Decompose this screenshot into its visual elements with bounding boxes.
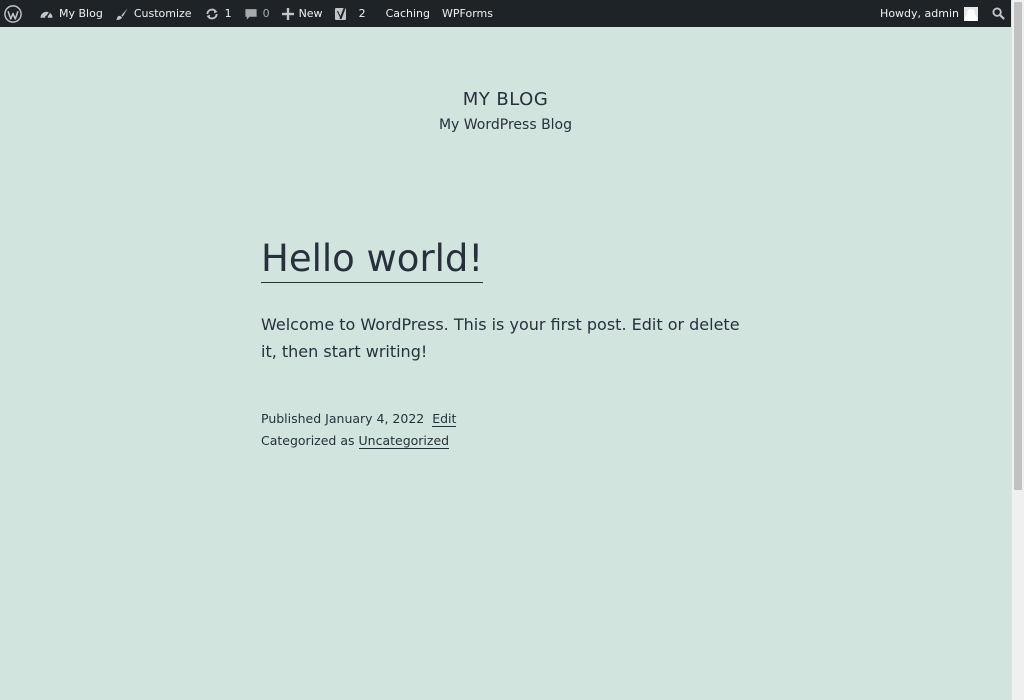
edit-post-link[interactable]: Edit (432, 411, 457, 427)
admin-bar: My Blog Customize 1 0 New 2 Caching WPFo… (0, 0, 1011, 27)
admin-bar-right: Howdy, admin (874, 0, 1011, 27)
my-account-menu[interactable]: Howdy, admin (874, 0, 984, 27)
vertical-scrollbar[interactable] (1011, 0, 1024, 700)
published-label: Published (261, 411, 322, 426)
scrollbar-thumb[interactable] (1014, 2, 1022, 490)
admin-bar-left: My Blog Customize 1 0 New 2 Caching WPFo… (0, 0, 499, 27)
category-link[interactable]: Uncategorized (358, 433, 450, 449)
post: Hello world! Welcome to WordPress. This … (261, 236, 761, 452)
yoast-count: 2 (358, 7, 366, 20)
plus-icon (281, 7, 294, 20)
search-button[interactable] (984, 0, 1011, 27)
post-categories: Categorized as Uncategorized (261, 430, 761, 452)
my-blog-label: My Blog (59, 7, 103, 20)
wordpress-logo-icon (4, 4, 22, 23)
search-icon (992, 7, 1005, 20)
updates-link[interactable]: 1 (198, 0, 238, 27)
wordpress-logo-menu[interactable] (0, 0, 33, 27)
post-content: Welcome to WordPress. This is your first… (261, 315, 740, 361)
wpforms-menu[interactable]: WPForms (436, 0, 499, 27)
new-content-menu[interactable]: New (276, 0, 329, 27)
comments-count: 0 (262, 7, 270, 20)
wpforms-label: WPForms (442, 7, 493, 20)
site-description: My WordPress Blog (438, 117, 573, 133)
yoast-logo-icon (334, 6, 349, 22)
comment-bubble-icon (244, 7, 258, 21)
site-title[interactable]: MY BLOG (0, 89, 1011, 110)
updates-refresh-icon (204, 7, 220, 21)
posted-on: Published January 4, 2022 Edit (261, 408, 761, 430)
paintbrush-icon (115, 7, 129, 21)
customize-label: Customize (133, 7, 192, 20)
post-meta: Published January 4, 2022 Edit Categoriz… (261, 408, 761, 452)
my-blog-menu[interactable]: My Blog (33, 0, 109, 27)
new-label: New (298, 7, 323, 20)
avatar (964, 6, 978, 21)
dashboard-gauge-icon (39, 7, 54, 21)
customize-link[interactable]: Customize (109, 0, 198, 27)
published-date: January 4, 2022 (325, 411, 425, 426)
post-title-link[interactable]: Hello world! (261, 236, 484, 283)
comments-link[interactable]: 0 (238, 0, 276, 27)
caching-label: Caching (385, 7, 431, 20)
caching-menu[interactable]: Caching (372, 0, 436, 27)
yoast-seo-menu[interactable]: 2 (329, 0, 372, 27)
howdy-label: Howdy, admin (880, 7, 959, 20)
updates-count: 1 (224, 7, 232, 20)
categorized-label: Categorized as (261, 433, 355, 448)
